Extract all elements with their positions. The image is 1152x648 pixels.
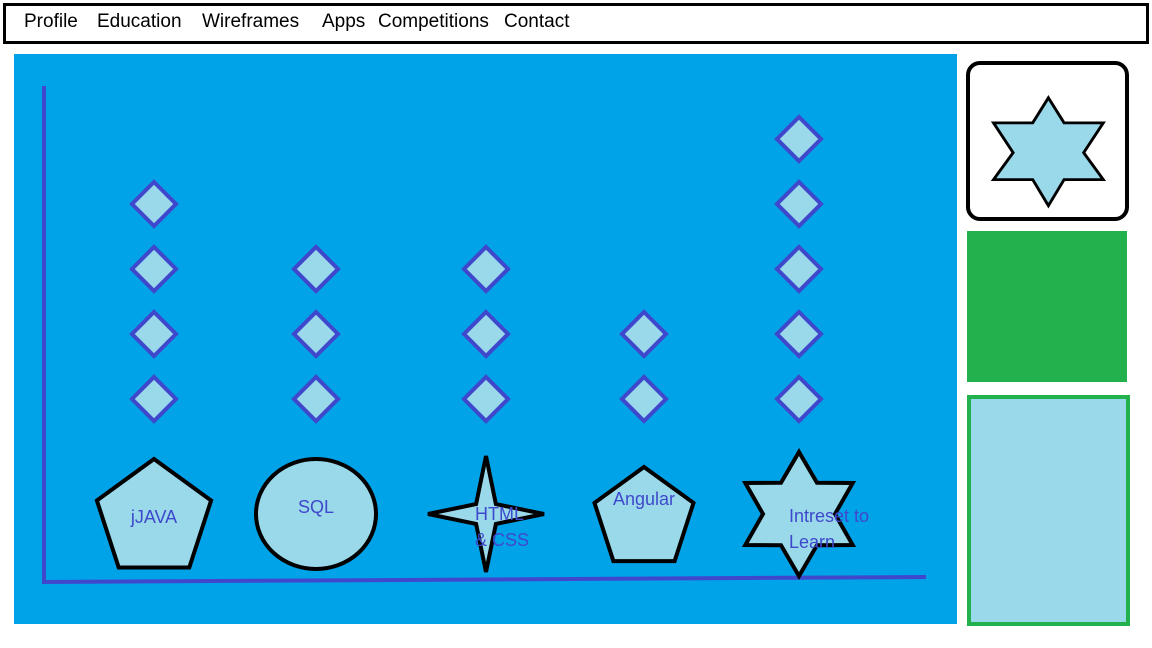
skill-level-diamond — [619, 374, 669, 424]
nav-item-apps[interactable]: Apps — [322, 11, 365, 33]
nav-item-wireframes[interactable]: Wireframes — [202, 11, 299, 33]
skill-level-diamond — [129, 309, 179, 359]
sidebar-star-card[interactable] — [966, 61, 1129, 221]
skill-label: HTML & CSS — [474, 503, 530, 550]
skill-label: Intreset to Learn — [788, 505, 870, 552]
skill-level-diamond — [774, 179, 824, 229]
skill-level-diamond — [129, 374, 179, 424]
skill-label: SQL — [297, 496, 335, 517]
sidebar-green-block — [967, 231, 1127, 382]
skill-label: Angular — [612, 488, 676, 509]
skill-level-diamond — [774, 114, 824, 164]
skill-level-diamond — [774, 374, 824, 424]
nav-item-competitions[interactable]: Competitions — [378, 11, 489, 33]
nav-item-profile[interactable]: Profile — [24, 11, 78, 33]
skill-level-diamond — [291, 309, 341, 359]
skill-level-diamond — [129, 179, 179, 229]
skill-shape-pentagon[interactable] — [592, 464, 696, 564]
skill-level-diamond — [461, 244, 511, 294]
skill-level-diamond — [619, 309, 669, 359]
nav-item-education[interactable]: Education — [97, 11, 182, 33]
skill-label: jJAVA — [130, 506, 178, 527]
skill-level-diamond — [461, 374, 511, 424]
sidebar-light-block — [967, 395, 1130, 626]
skill-level-diamond — [774, 309, 824, 359]
skill-level-diamond — [461, 309, 511, 359]
x-axis — [41, 575, 927, 584]
skill-level-diamond — [291, 374, 341, 424]
top-navbar: Profile Education Wireframes Apps Compet… — [3, 3, 1149, 44]
skills-panel: jJAVA SQL HTML & CSS Angular Intreset to Lea… — [14, 54, 957, 624]
nav-item-contact[interactable]: Contact — [504, 11, 569, 33]
skill-level-diamond — [774, 244, 824, 294]
skill-level-diamond — [129, 244, 179, 294]
skill-level-diamond — [291, 244, 341, 294]
six-point-star-icon — [990, 95, 1107, 209]
